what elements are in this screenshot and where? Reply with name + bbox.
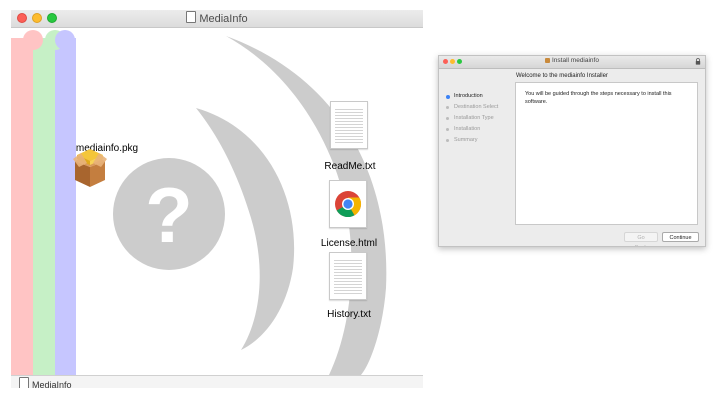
step-introduction: Introduction: [445, 91, 498, 102]
disk-icon: [19, 377, 29, 388]
installer-titlebar[interactable]: Install mediainfo: [439, 56, 705, 69]
step-destination-select: Destination Select: [445, 102, 498, 113]
file-item-history[interactable]: History.txt: [309, 252, 389, 324]
lock-icon[interactable]: [695, 58, 701, 65]
installer-window: Install mediainfo Welcome to the mediain…: [438, 55, 706, 247]
finder-titlebar[interactable]: MediaInfo: [11, 10, 423, 28]
finder-window: MediaInfo ? mediainfo.pkg ReadMe.txt Lic…: [11, 10, 423, 388]
file-item-readme[interactable]: ReadMe.txt: [310, 101, 390, 181]
go-back-button[interactable]: Go Back: [624, 232, 658, 246]
installer-steps: Introduction Destination Select Installa…: [445, 91, 498, 146]
continue-button[interactable]: Continue: [662, 232, 699, 242]
installer-title: Install mediainfo: [439, 57, 705, 64]
step-label: Installation Type: [454, 115, 494, 121]
file-label-history: History.txt: [327, 309, 371, 320]
step-bullet-icon: [446, 128, 449, 131]
file-label-readme: ReadMe.txt: [324, 161, 376, 172]
window-title: MediaInfo: [11, 11, 423, 25]
file-label-license: License.html: [320, 238, 378, 249]
step-summary: Summary: [445, 135, 498, 146]
disk-icon: [186, 11, 197, 23]
step-label: Installation: [454, 126, 481, 132]
step-bullet-icon: [446, 106, 449, 109]
html-document-icon: [329, 180, 367, 228]
chrome-icon: [335, 191, 362, 218]
step-bullet-icon: [446, 139, 449, 142]
step-label: Summary: [454, 137, 478, 143]
path-bar: MediaInfo: [11, 375, 423, 388]
step-installation-type: Installation Type: [445, 113, 498, 124]
path-bar-label[interactable]: MediaInfo: [32, 380, 72, 388]
package-icon: [73, 149, 107, 187]
step-installation: Installation: [445, 124, 498, 135]
installer-content-panel: You will be guided through the steps nec…: [515, 82, 698, 225]
text-document-icon: [329, 252, 367, 300]
stripe-red: [11, 28, 33, 375]
file-item-license[interactable]: License.html: [309, 180, 389, 252]
window-title-text: MediaInfo: [199, 13, 248, 25]
installer-heading: Welcome to the mediainfo Installer: [516, 73, 608, 79]
finder-content: ? mediainfo.pkg ReadMe.txt License.html …: [11, 28, 423, 375]
step-label: Destination Select: [454, 104, 499, 110]
file-item-pkg[interactable]: mediainfo.pkg: [67, 143, 147, 187]
step-label: Introduction: [454, 93, 483, 99]
installer-title-text: Install mediainfo: [552, 57, 599, 64]
question-mark: ?: [145, 171, 193, 259]
step-bullet-icon: [446, 117, 449, 120]
package-icon: [545, 57, 550, 63]
text-document-icon: [330, 101, 368, 149]
step-bullet-icon: [445, 94, 450, 99]
installer-body-text: You will be guided through the steps nec…: [525, 91, 672, 105]
